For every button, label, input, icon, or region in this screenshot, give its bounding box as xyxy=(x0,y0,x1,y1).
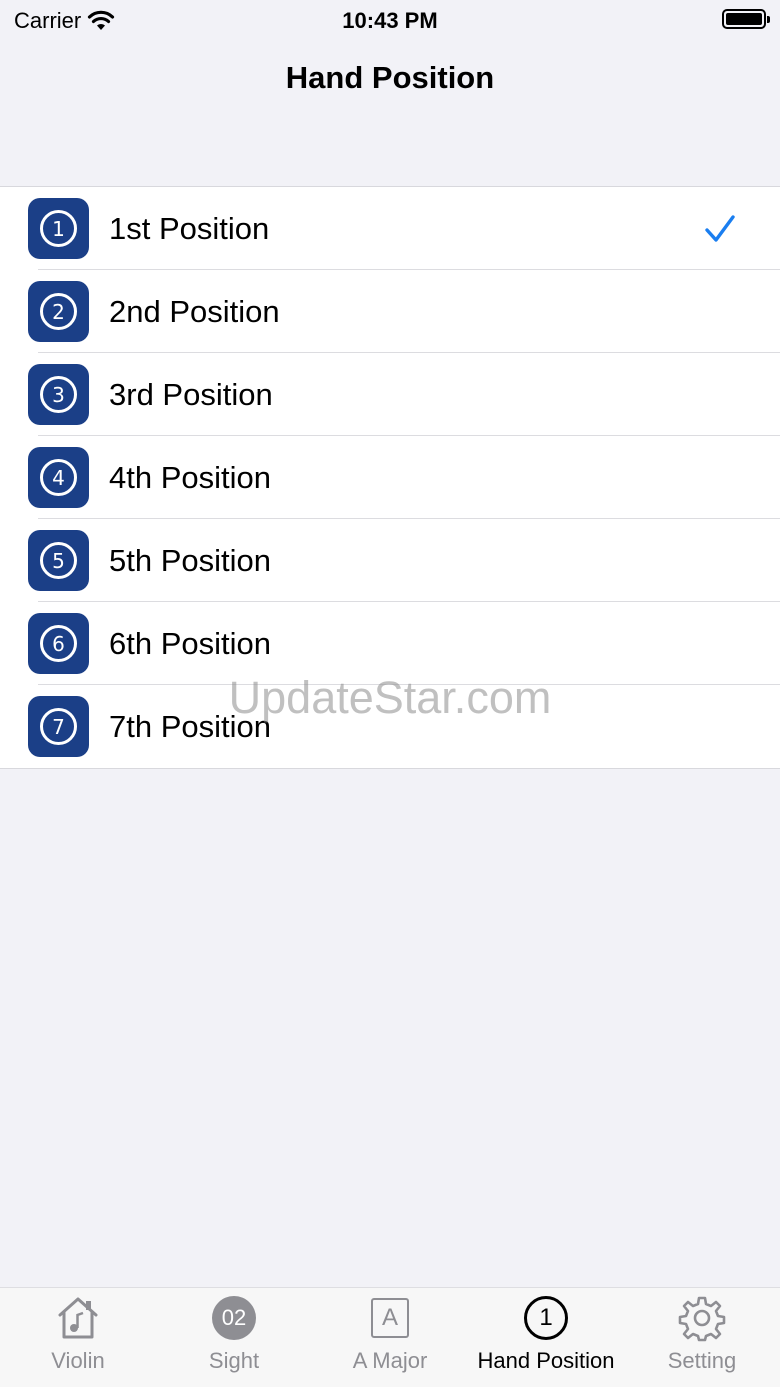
position-label: 6th Position xyxy=(109,625,271,661)
position-one-glyph: 1 xyxy=(524,1296,568,1340)
position-list: 1 1st Position 2 2nd Position 3 3rd Posi… xyxy=(0,186,780,769)
key-a-glyph: A xyxy=(371,1298,409,1338)
tab-label: Violin xyxy=(51,1348,105,1373)
position-label: 3rd Position xyxy=(109,376,273,412)
gear-icon xyxy=(678,1294,726,1342)
tab-bar: Violin 02 Sight A A Major 1 Hand Positio… xyxy=(0,1287,780,1387)
status-time: 10:43 PM xyxy=(342,8,438,33)
position-6-icon: 6 xyxy=(28,613,89,674)
position-row-5[interactable]: 5 5th Position xyxy=(0,519,780,602)
position-row-7[interactable]: 7 7th Position xyxy=(0,685,780,768)
checkmark-icon xyxy=(705,215,735,242)
violin-house-icon xyxy=(54,1294,102,1342)
battery-icon xyxy=(722,9,770,29)
position-row-2[interactable]: 2 2nd Position xyxy=(0,270,780,353)
position-2-icon: 2 xyxy=(28,281,89,342)
position-row-4[interactable]: 4 4th Position xyxy=(0,436,780,519)
position-label: 7th Position xyxy=(109,708,271,744)
tab-label: A Major xyxy=(352,1348,428,1373)
tab-label: Sight xyxy=(208,1348,260,1373)
tab-hand-position[interactable]: 1 Hand Position xyxy=(468,1288,624,1387)
position-row-1[interactable]: 1 1st Position xyxy=(0,187,780,270)
page-title: Hand Position xyxy=(285,60,495,95)
status-bar: Carrier 10:43 PM xyxy=(0,0,780,40)
position-label: 4th Position xyxy=(109,459,271,495)
position-one-icon: 1 xyxy=(522,1294,570,1342)
tab-label: Hand Position xyxy=(477,1348,615,1373)
position-7-icon: 7 xyxy=(28,696,89,757)
sight-badge-icon: 02 xyxy=(210,1294,258,1342)
tab-a-major[interactable]: A A Major xyxy=(312,1288,468,1387)
position-5-icon: 5 xyxy=(28,530,89,591)
key-a-icon: A xyxy=(366,1294,414,1342)
position-row-3[interactable]: 3 3rd Position xyxy=(0,353,780,436)
position-label: 1st Position xyxy=(109,210,270,246)
position-label: 2nd Position xyxy=(109,293,280,329)
sight-badge-text: 02 xyxy=(212,1296,256,1340)
tab-sight[interactable]: 02 Sight xyxy=(156,1288,312,1387)
tab-label: Setting xyxy=(667,1348,737,1373)
position-3-icon: 3 xyxy=(28,364,89,425)
position-1-icon: 1 xyxy=(28,198,89,259)
tab-violin[interactable]: Violin xyxy=(0,1288,156,1387)
tab-setting[interactable]: Setting xyxy=(624,1288,780,1387)
position-4-icon: 4 xyxy=(28,447,89,508)
position-label: 5th Position xyxy=(109,542,271,578)
position-row-6[interactable]: 6 6th Position xyxy=(0,602,780,685)
